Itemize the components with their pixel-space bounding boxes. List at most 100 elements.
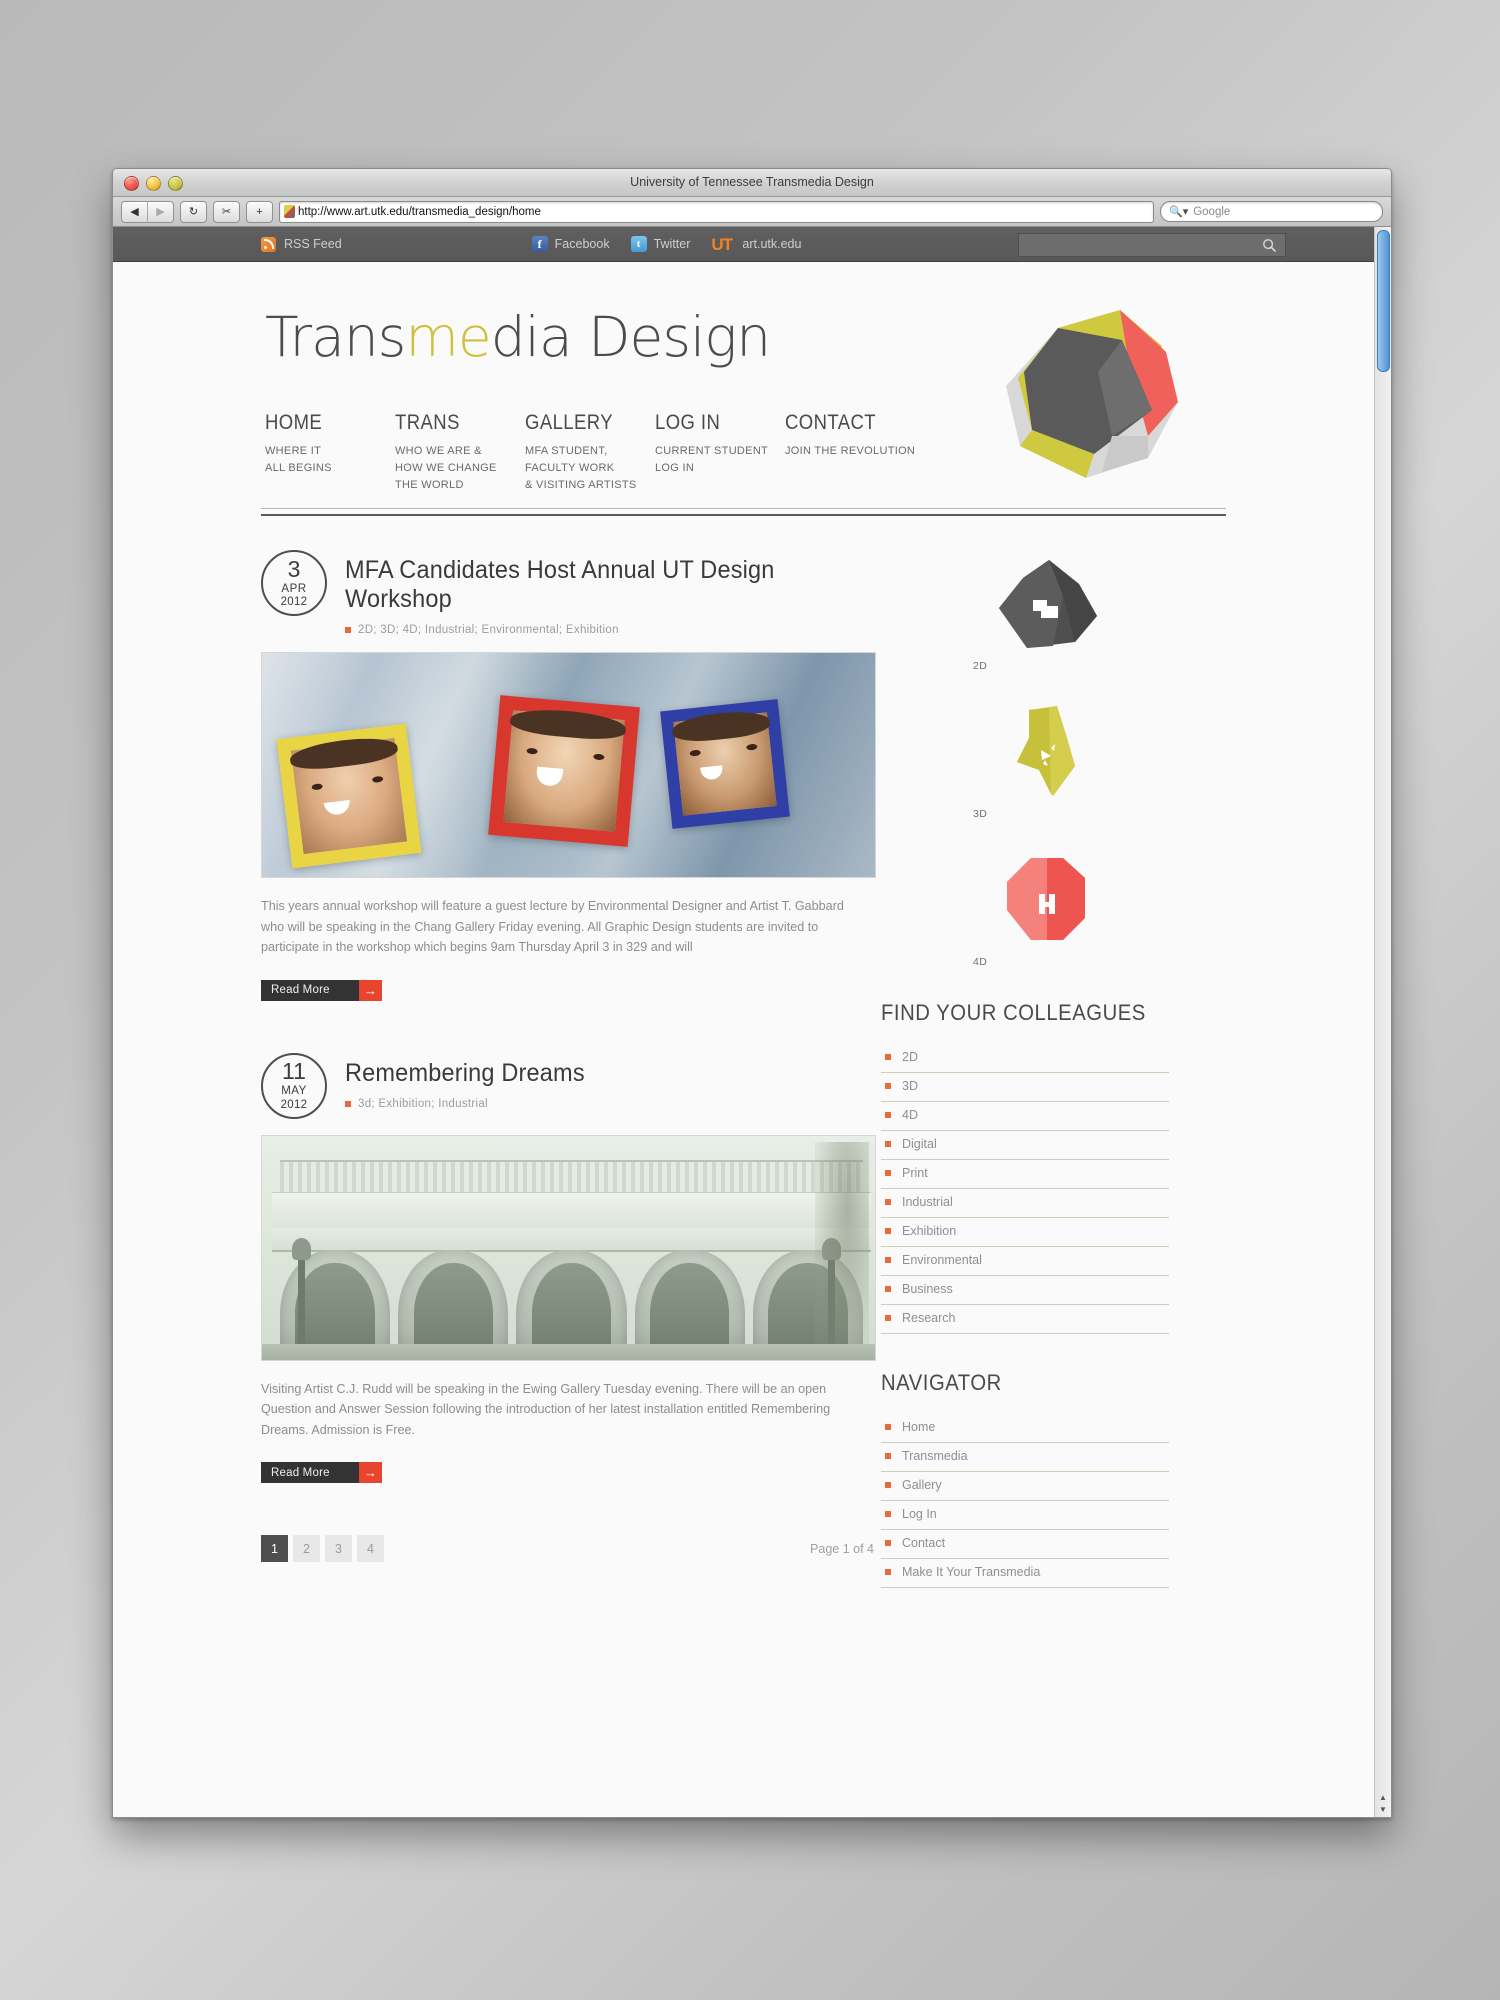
- twitter-icon: t: [630, 236, 647, 252]
- bullet-icon: [885, 1540, 891, 1547]
- page-button-3[interactable]: 3: [325, 1535, 352, 1563]
- eye-left-2: [526, 747, 538, 755]
- navigator-item-login[interactable]: Log In: [881, 1501, 1169, 1531]
- photo-building: [262, 1135, 875, 1360]
- scrollbar-thumb[interactable]: [1377, 230, 1390, 372]
- article-2-year: 2012: [280, 1098, 308, 1111]
- nav-item-login[interactable]: LOG IN CURRENT STUDENT LOG IN: [655, 411, 785, 494]
- navigator-item-make-it-yours[interactable]: Make It Your Transmedia: [881, 1559, 1169, 1589]
- navigator-item-home[interactable]: Home: [881, 1414, 1169, 1444]
- bullet-icon: [885, 1054, 891, 1061]
- shape-4d[interactable]: 4D: [973, 852, 1226, 976]
- browser-search-placeholder: Google: [1193, 205, 1231, 218]
- article-1-read-more-button[interactable]: Read More →: [261, 979, 382, 1001]
- address-bar-value: http://www.art.utk.edu/transmedia_design…: [298, 205, 541, 218]
- nav-sub-gallery: MFA STUDENT, FACULTY WORK & VISITING ART…: [525, 445, 637, 492]
- red-frame: [488, 695, 640, 847]
- nav-sub-contact: JOIN THE REVOLUTION: [785, 445, 916, 457]
- navigator-section: NAVIGATOR Home Transmedia Gallery Log In…: [881, 1370, 1226, 1589]
- nav-item-gallery[interactable]: GALLERY MFA STUDENT, FACULTY WORK & VISI…: [525, 411, 655, 494]
- close-window-button[interactable]: [124, 176, 139, 191]
- eye-left-3: [689, 749, 701, 757]
- colleague-item-environmental[interactable]: Environmental: [881, 1247, 1169, 1277]
- snippet-button[interactable]: ✂: [213, 200, 240, 223]
- article-2-read-more-button[interactable]: Read More →: [261, 1462, 382, 1484]
- colleague-label: Digital: [902, 1137, 937, 1152]
- article-1-title[interactable]: MFA Candidates Host Annual UT Design Wor…: [345, 556, 849, 614]
- article-2-read-more-label: Read More: [261, 1462, 359, 1484]
- scroll-down-arrow-icon[interactable]: ▼: [1377, 1804, 1389, 1815]
- page-button-4[interactable]: 4: [357, 1535, 384, 1563]
- forward-button[interactable]: ▶: [148, 200, 174, 223]
- page-scrollbar[interactable]: ▲ ▼: [1374, 227, 1391, 1817]
- scroll-up-arrow-icon[interactable]: ▲: [1377, 1792, 1389, 1803]
- article-1-year: 2012: [280, 596, 308, 609]
- article-1-image[interactable]: [261, 652, 876, 879]
- navigator-item-contact[interactable]: Contact: [881, 1530, 1169, 1560]
- eye-right-3: [746, 743, 758, 751]
- colleagues-title: FIND YOUR COLLEAGUES: [881, 1000, 1146, 1026]
- nav-item-home[interactable]: HOME WHERE IT ALL BEGINS: [265, 411, 395, 494]
- site-search-input[interactable]: [1018, 233, 1286, 257]
- navigator-item-transmedia[interactable]: Transmedia: [881, 1443, 1169, 1473]
- page-button-2[interactable]: 2: [293, 1535, 320, 1563]
- bullet-icon: [885, 1257, 891, 1264]
- face-1: [288, 733, 407, 855]
- yellow-frame: [276, 723, 422, 869]
- sidebar: 2D 3D 4D FIND YOUR COLLEAGUES 2D 3D 4D D…: [881, 550, 1226, 1589]
- article-2-image[interactable]: [261, 1134, 876, 1361]
- article-1-date-badge: 3 APR 2012: [261, 550, 327, 617]
- navigator-label: Log In: [902, 1507, 937, 1522]
- colleague-item-3d[interactable]: 3D: [881, 1073, 1169, 1103]
- colleague-item-research[interactable]: Research: [881, 1305, 1169, 1335]
- colleague-item-print[interactable]: Print: [881, 1160, 1169, 1190]
- polygon-logo-icon: [1006, 310, 1178, 478]
- colleague-item-exhibition[interactable]: Exhibition: [881, 1218, 1169, 1248]
- utk-link[interactable]: UT art.utk.edu: [711, 236, 801, 253]
- pagination-status: Page 1 of 4: [810, 1541, 874, 1556]
- colleague-label: Exhibition: [902, 1224, 957, 1239]
- facebook-link[interactable]: f Facebook: [531, 236, 610, 252]
- rss-feed-label: RSS Feed: [284, 237, 342, 251]
- article-1-body: This years annual workshop will feature …: [261, 899, 844, 955]
- colleague-item-2d[interactable]: 2D: [881, 1044, 1169, 1074]
- bullet-icon: [885, 1453, 891, 1460]
- shape-2d[interactable]: 2D: [973, 556, 1226, 680]
- browser-search-box[interactable]: 🔍▾ Google: [1160, 201, 1383, 222]
- address-bar[interactable]: http://www.art.utk.edu/transmedia_design…: [279, 200, 1154, 223]
- page-button-1[interactable]: 1: [261, 1535, 288, 1563]
- bullet-icon: [885, 1424, 891, 1431]
- minimize-window-button[interactable]: [146, 176, 161, 191]
- article-2-date-badge: 11 MAY 2012: [261, 1052, 327, 1119]
- photo-workshop: [262, 653, 875, 878]
- reload-button[interactable]: ↻: [180, 200, 207, 223]
- site-search-icon: [1263, 238, 1277, 252]
- colleague-label: Research: [902, 1311, 956, 1326]
- bullet-icon: [345, 1100, 351, 1107]
- navigator-item-gallery[interactable]: Gallery: [881, 1472, 1169, 1502]
- colleague-item-business[interactable]: Business: [881, 1276, 1169, 1306]
- shape-3d[interactable]: 3D: [973, 704, 1226, 828]
- colleague-item-digital[interactable]: Digital: [881, 1131, 1169, 1161]
- blob-4d-icon: [1007, 858, 1085, 941]
- article-2-title[interactable]: Remembering Dreams: [345, 1059, 585, 1088]
- bullet-icon: [885, 1228, 891, 1235]
- nav-item-trans[interactable]: TRANS WHO WE ARE & HOW WE CHANGE THE WOR…: [395, 411, 525, 494]
- back-button[interactable]: ◀: [121, 200, 148, 223]
- add-bookmark-button[interactable]: +: [246, 200, 273, 223]
- colleague-item-industrial[interactable]: Industrial: [881, 1189, 1169, 1219]
- nav-item-contact[interactable]: CONTACT JOIN THE REVOLUTION: [785, 411, 945, 494]
- nav-sub-trans: WHO WE ARE & HOW WE CHANGE THE WORLD: [395, 445, 497, 492]
- bullet-icon: [885, 1569, 891, 1576]
- rss-feed-link[interactable]: RSS Feed: [261, 236, 342, 252]
- colleague-item-4d[interactable]: 4D: [881, 1102, 1169, 1132]
- colleague-label: 2D: [902, 1050, 918, 1065]
- zoom-window-button[interactable]: [168, 176, 183, 191]
- facebook-label: Facebook: [554, 237, 610, 251]
- site-favicon-icon: [284, 205, 295, 218]
- article-1-tags-text: 2D; 3D; 4D; Industrial; Environmental; E…: [358, 624, 619, 637]
- nav-sub-login: CURRENT STUDENT LOG IN: [655, 445, 769, 475]
- twitter-link[interactable]: t Twitter: [630, 236, 690, 252]
- nav-title-contact: CONTACT: [785, 411, 877, 434]
- eye-left-1: [311, 783, 323, 791]
